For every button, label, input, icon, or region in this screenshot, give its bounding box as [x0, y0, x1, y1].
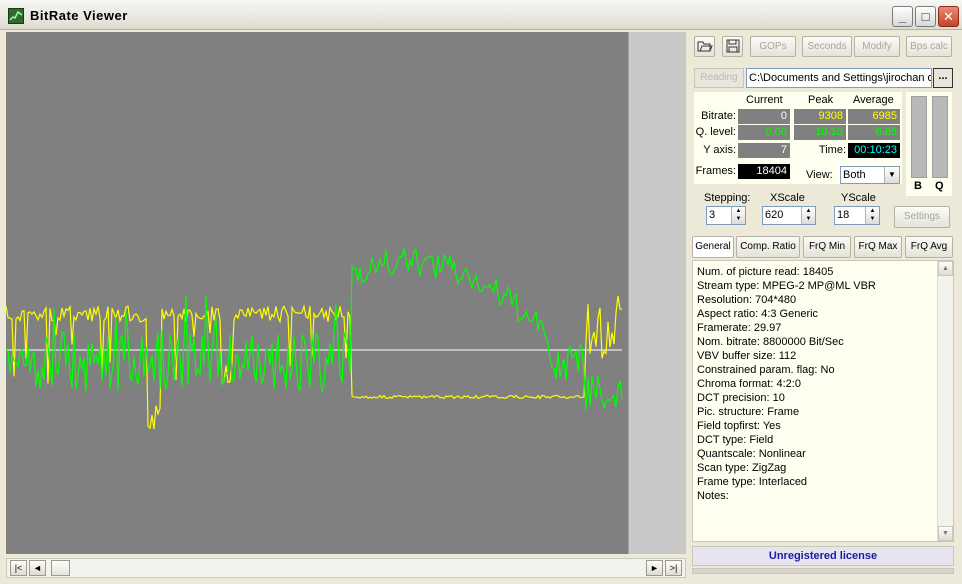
info-line: Frame type: Interlaced: [697, 476, 808, 488]
license-status: Unregistered license: [692, 546, 954, 566]
info-line: Chroma format: 4:2:0: [697, 378, 801, 390]
info-scrollbar[interactable]: ▲ ▼: [937, 261, 953, 541]
info-line: Num. of picture read: 18405: [697, 266, 834, 278]
stepping-value: 3: [709, 209, 716, 221]
tab-frq-min[interactable]: FrQ Min: [803, 236, 851, 258]
average-header: Average: [853, 94, 894, 106]
info-line: Constrained param. flag: No: [697, 364, 835, 376]
spin-arrows-icon[interactable]: ▲ ▼: [865, 207, 879, 224]
info-line: Quantscale: Nonlinear: [697, 448, 806, 460]
maximize-button[interactable]: □: [915, 6, 936, 27]
peak-header: Peak: [808, 94, 834, 106]
scroll-first-button[interactable]: |<: [10, 560, 27, 576]
info-line: DCT type: Field: [697, 434, 774, 446]
graph-canvas: [6, 248, 623, 430]
tab-frq-max[interactable]: FrQ Max: [854, 236, 902, 258]
open-file-button[interactable]: [694, 36, 715, 57]
yscale-value: 18: [837, 209, 850, 221]
xscale-value: 620: [765, 209, 784, 221]
stepping-label: Stepping:: [704, 192, 751, 204]
scroll-prev-button[interactable]: ◄: [29, 560, 46, 576]
gops-button[interactable]: GOPs: [750, 36, 796, 57]
scroll-thumb[interactable]: [51, 560, 70, 576]
info-line: Aspect ratio: 4:3 Generic: [697, 308, 819, 320]
y-axis-value: 7: [738, 143, 790, 158]
q-meter: [932, 96, 948, 178]
b-meter: [911, 96, 927, 178]
close-button[interactable]: ✕: [938, 6, 959, 27]
yscale-label: YScale: [841, 192, 876, 204]
info-line: Field topfirst: Yes: [697, 420, 781, 432]
info-line: Scan type: ZigZag: [697, 462, 787, 474]
y-axis-label: Y axis:: [703, 144, 736, 156]
graph-gutter: [628, 32, 686, 554]
bitrate-label: Bitrate:: [701, 110, 736, 122]
modify-button[interactable]: Modify: [854, 36, 900, 57]
scroll-next-button[interactable]: ►: [646, 560, 663, 576]
scroll-up-icon[interactable]: ▲: [938, 261, 953, 276]
tab-general[interactable]: General: [692, 236, 734, 258]
graph-scrollbar[interactable]: |< ◄ ► >|: [6, 558, 686, 578]
info-line: Notes:: [697, 490, 729, 502]
scroll-down-icon[interactable]: ▼: [938, 526, 953, 541]
q-level-label: Q. level:: [695, 126, 736, 138]
stream-info-list: Num. of picture read: 18405 Stream type: …: [693, 261, 953, 503]
floppy-disk-icon: [726, 39, 739, 53]
view-select[interactable]: Both ▼: [840, 166, 900, 184]
tab-comp-ratio[interactable]: Comp. Ratio: [736, 236, 800, 258]
window-title: BitRate Viewer: [30, 8, 128, 23]
time-value: 00:10:23: [848, 143, 900, 158]
bps-calc-button[interactable]: Bps calc: [906, 36, 952, 57]
info-line: VBV buffer size: 112: [697, 350, 797, 362]
info-line: Framerate: 29.97: [697, 322, 782, 334]
q-level-peak: 10.10: [794, 125, 846, 140]
view-selected-value: Both: [843, 169, 866, 181]
q-meter-label: Q: [935, 180, 944, 192]
save-button[interactable]: [722, 36, 743, 57]
app-icon: [8, 8, 24, 24]
info-line: Resolution: 704*480: [697, 294, 797, 306]
info-line: DCT precision: 10: [697, 392, 785, 404]
bitrate-peak: 9308: [794, 109, 846, 124]
seconds-button[interactable]: Seconds: [802, 36, 852, 57]
info-line: Stream type: MPEG-2 MP@ML VBR: [697, 280, 876, 292]
reading-button[interactable]: Reading: [694, 68, 744, 88]
time-label: Time:: [818, 144, 846, 156]
stepping-spinner[interactable]: 3 ▲ ▼: [706, 206, 746, 225]
bitrate-current: 0: [738, 109, 790, 124]
bitrate-line: [6, 248, 623, 411]
view-label: View:: [806, 169, 833, 181]
spin-arrows-icon[interactable]: ▲ ▼: [801, 207, 815, 224]
stream-info-panel[interactable]: Num. of picture read: 18405 Stream type: …: [692, 260, 954, 542]
xscale-spinner[interactable]: 620 ▲ ▼: [762, 206, 816, 225]
control-panel: GOPs Seconds Modify Bps calc Reading C:\…: [690, 32, 956, 578]
settings-button[interactable]: Settings: [894, 206, 950, 228]
yscale-spinner[interactable]: 18 ▲ ▼: [834, 206, 880, 225]
bitrate-average: 6985: [848, 109, 900, 124]
bq-meters: B Q: [906, 92, 952, 196]
chevron-down-icon[interactable]: ▼: [884, 167, 899, 183]
current-header: Current: [746, 94, 783, 106]
minimize-button[interactable]: _: [892, 6, 913, 27]
scroll-last-button[interactable]: >|: [665, 560, 682, 576]
q-level-current: 0.00: [738, 125, 790, 140]
bitrate-graph[interactable]: [6, 32, 628, 554]
frames-label: Frames:: [695, 165, 736, 177]
b-meter-label: B: [914, 180, 922, 192]
info-line: Pic. structure: Frame: [697, 406, 800, 418]
info-line: Nom. bitrate: 8800000 Bit/Sec: [697, 336, 844, 348]
frames-value: 18404: [738, 164, 790, 179]
q-level-average: 6.85: [848, 125, 900, 140]
folder-open-icon: [697, 41, 713, 52]
status-strip: [692, 568, 954, 574]
title-bar: BitRate Viewer _ □ ✕: [0, 0, 962, 30]
tab-frq-avg[interactable]: FrQ Avg: [905, 236, 953, 258]
xscale-label: XScale: [770, 192, 805, 204]
spin-arrows-icon[interactable]: ▲ ▼: [731, 207, 745, 224]
file-path-field[interactable]: C:\Documents and Settings\jirochan o: [746, 68, 932, 88]
browse-button[interactable]: ...: [933, 68, 953, 88]
